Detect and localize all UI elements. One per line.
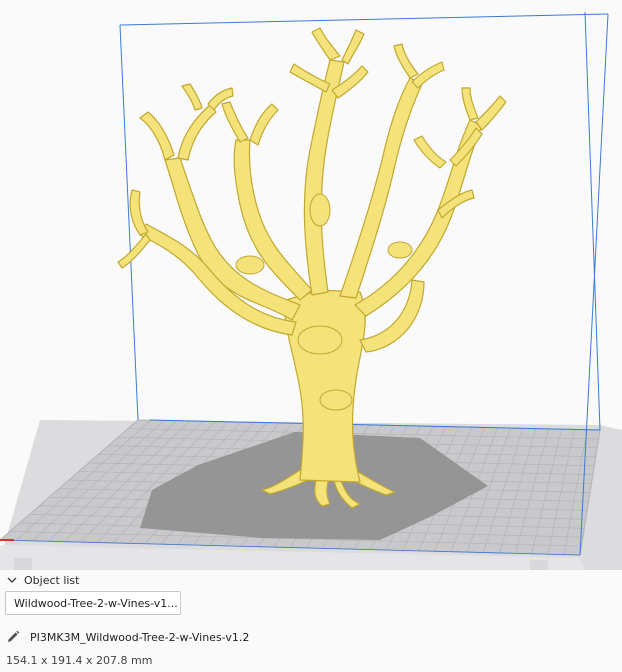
object-list-item-label: Wildwood-Tree-2-w-Vines-v1... [14,597,178,610]
job-name-row: PI3MK3M_Wildwood-Tree-2-w-Vines-v1.2 [6,628,249,646]
object-list-item[interactable]: Wildwood-Tree-2-w-Vines-v1... [5,591,181,615]
pencil-icon[interactable] [6,630,20,644]
chevron-down-icon[interactable] [6,574,18,586]
object-list-title: Object list [24,573,80,587]
object-list-header[interactable]: Object list [6,571,79,589]
3d-viewport[interactable] [0,0,622,570]
job-name: PI3MK3M_Wildwood-Tree-2-w-Vines-v1.2 [30,630,250,644]
model-dimensions: 154.1 x 191.4 x 207.8 mm [6,654,153,667]
